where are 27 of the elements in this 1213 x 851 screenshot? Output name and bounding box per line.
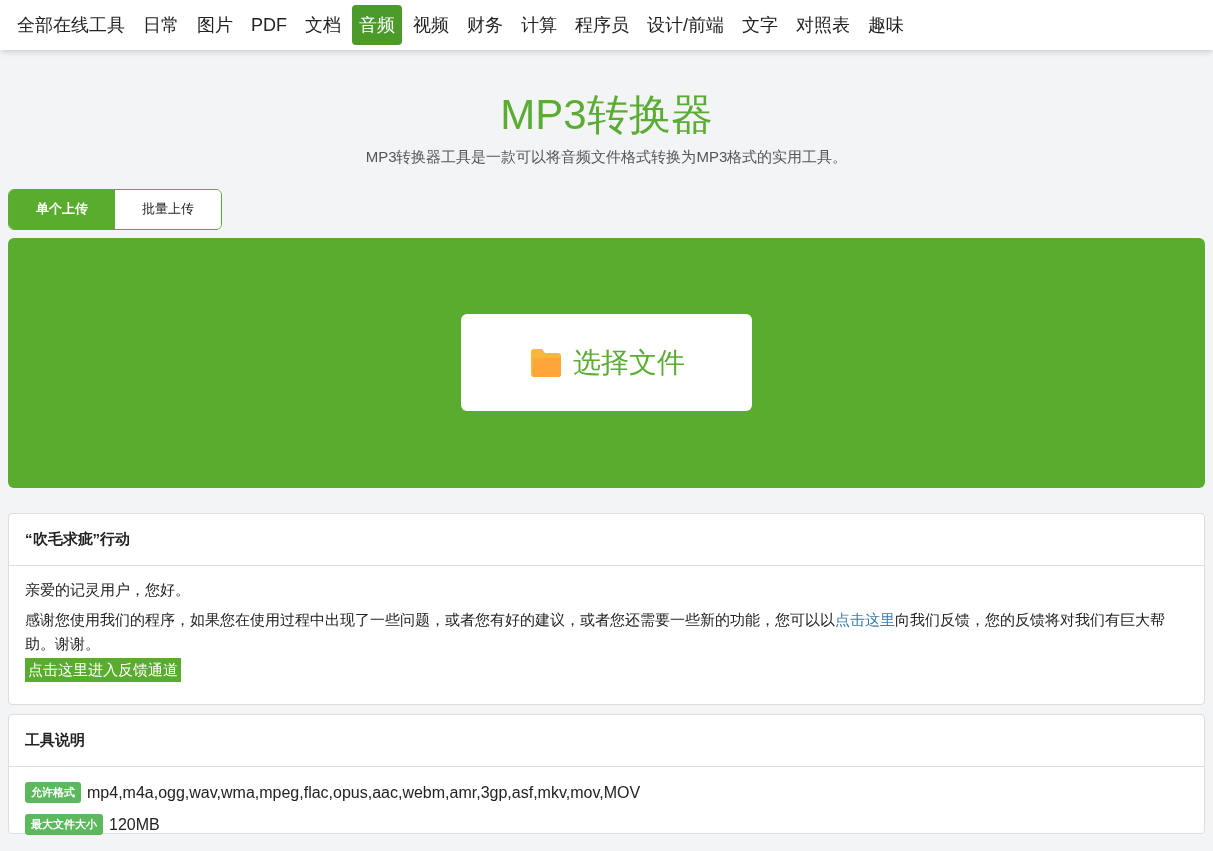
info-value: 120MB [109, 814, 160, 835]
nav-tab[interactable]: PDF [244, 5, 294, 45]
greeting-text: 亲爱的记灵用户，您好。 [25, 579, 191, 600]
nav-tab[interactable]: 程序员 [568, 5, 636, 45]
nav-tab[interactable]: 对照表 [789, 5, 857, 45]
nav-tab[interactable]: 财务 [460, 5, 510, 45]
nav-tab[interactable]: 日常 [136, 5, 186, 45]
nav-tab[interactable]: 文字 [735, 5, 785, 45]
label-tag: 允许格式 [25, 782, 81, 803]
info-value: mp4,m4a,ogg,wav,wma,mpeg,flac,opus,aac,webm,amr,3gp,asf,mkv,mov,MOV [87, 782, 641, 803]
card-title: “吹毛求疵”行动 [25, 528, 130, 549]
upload-mode-tab[interactable]: 批量上传 [115, 189, 221, 229]
feedback-link[interactable]: 点击这里 [835, 610, 895, 628]
page-title: MP3转换器 [500, 90, 713, 140]
nav-tab[interactable]: 趣味 [861, 5, 911, 45]
nav-tab[interactable]: 设计/前端 [640, 5, 731, 45]
label-tag: 最大文件大小 [25, 814, 103, 835]
nav-tab[interactable]: 音频 [352, 5, 402, 45]
feedback-paragraph: 感谢您使用我们的程序，如果您在使用过程中出现了一些问题，或者您有好的建议，或者您还需要一些新的功能，您可以以点击这里向我们反馈，您的反馈将对我们有巨大帮助。谢谢。 [25, 609, 1166, 654]
nav-tab[interactable]: 图片 [190, 5, 240, 45]
folder-icon [528, 347, 563, 378]
page-subtitle: MP3转换器工具是一款可以将音频文件格式转换为MP3格式的实用工具。 [365, 147, 848, 167]
nav-tab[interactable]: 视频 [406, 5, 456, 45]
nav-tab[interactable]: 文档 [298, 5, 348, 45]
card-title: 工具说明 [25, 729, 85, 750]
nav-tab[interactable]: 计算 [514, 5, 564, 45]
nav-tab[interactable]: 全部在线工具 [10, 5, 132, 45]
